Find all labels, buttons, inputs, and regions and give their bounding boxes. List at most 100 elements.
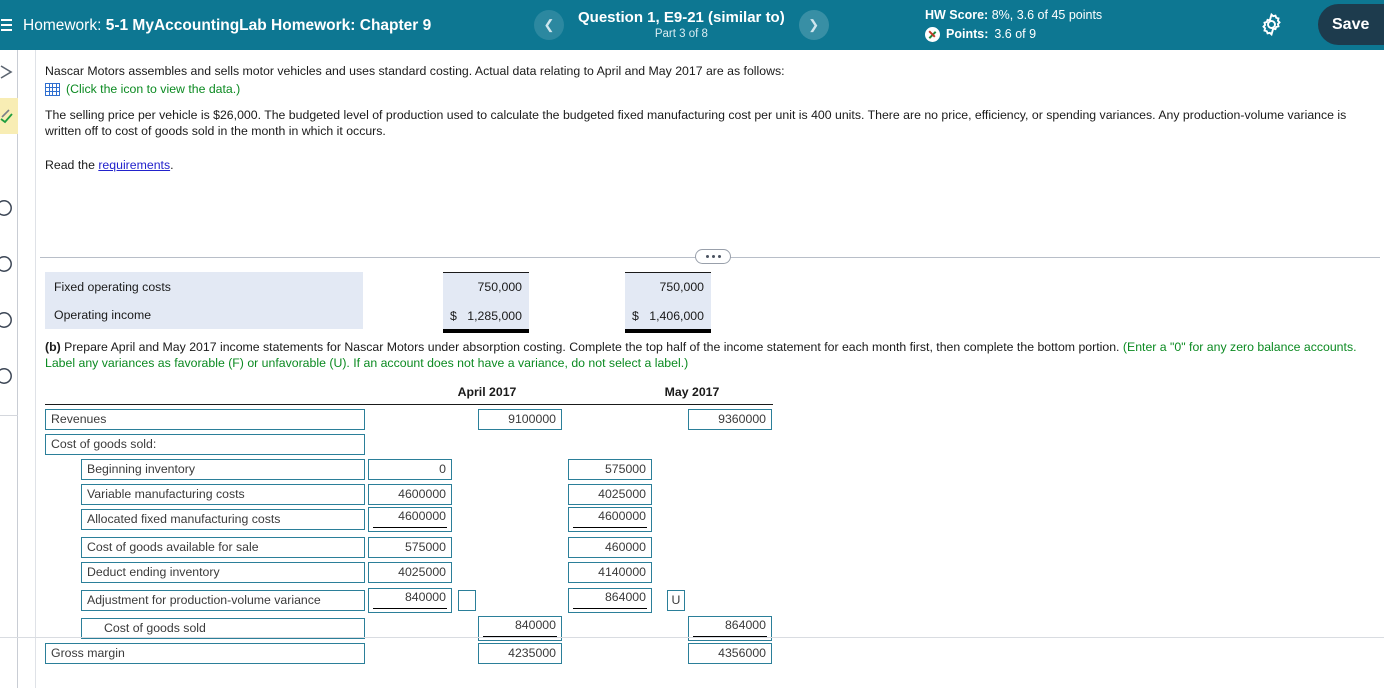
april-variance-selector[interactable]: [458, 590, 476, 611]
pencil-score-icon: [925, 26, 940, 42]
may-inner-value: 864000: [604, 590, 646, 604]
row-label-field[interactable]: Variable manufacturing costs: [81, 484, 365, 505]
april-outer-value-field[interactable]: 9100000: [478, 409, 562, 430]
view-data-link[interactable]: (Click the icon to view the data.): [66, 82, 240, 96]
row-label-field[interactable]: Cost of goods available for sale: [81, 537, 365, 558]
upper-may-total-value: 1,406,000: [649, 308, 704, 323]
question-info: Question 1, E9-21 (similar to) Part 3 of…: [578, 9, 785, 41]
points-label: Points:: [946, 26, 989, 41]
row-label-field[interactable]: Beginning inventory: [81, 459, 365, 480]
hw-score-label: HW Score:: [925, 8, 989, 22]
left-rail: [0, 50, 18, 688]
april-inner-value-field[interactable]: 4600000: [368, 484, 452, 505]
circle-icon: [0, 368, 12, 384]
may-inner-value-field[interactable]: 4600000: [568, 507, 652, 532]
hw-score-row: HW Score: 8%, 3.6 of 45 points: [925, 6, 1102, 25]
header-rule: [45, 404, 773, 405]
homework-name: 5-1 MyAccountingLab Homework: Chapter 9: [105, 16, 432, 34]
hw-score-value: 8%, 3.6 of 45 points: [991, 8, 1103, 22]
may-outer-value-field[interactable]: 4356000: [688, 643, 772, 664]
hamburger-bar: [1, 24, 12, 26]
pencil-check-icon: [0, 109, 13, 124]
save-button[interactable]: Save: [1318, 4, 1384, 45]
may-outer-value: 864000: [724, 618, 766, 632]
app-header: Homework: 5-1 MyAccountingLab Homework: …: [0, 0, 1384, 50]
rail-item-current-part[interactable]: [0, 98, 18, 134]
row-label-field[interactable]: Revenues: [45, 409, 365, 430]
upper-may-total: $ 1,406,000: [625, 301, 711, 330]
currency-symbol: $: [632, 308, 639, 323]
hamburger-bar: [1, 19, 12, 21]
question-title: Question 1, E9-21 (similar to): [578, 8, 785, 26]
row-label-field[interactable]: Cost of goods sold: [81, 618, 365, 639]
read-requirements-line: Read the requirements.: [45, 157, 174, 173]
requirements-link[interactable]: requirements: [98, 158, 170, 172]
row-label-field[interactable]: Gross margin: [45, 643, 365, 664]
problem-paragraph-1: Nascar Motors assembles and sells motor …: [45, 64, 785, 78]
may-outer-value-field[interactable]: 9360000: [688, 409, 772, 430]
circle-icon: [0, 200, 12, 216]
subtotal-rule: [573, 608, 647, 609]
score-summary: HW Score: 8%, 3.6 of 45 points Points: 3…: [925, 6, 1102, 44]
points-row: Points: 3.6 of 9: [925, 25, 1102, 44]
rail-item-part-6[interactable]: [0, 358, 18, 394]
homework-label: Homework:: [23, 16, 102, 34]
view-data-line: (Click the icon to view the data.): [45, 82, 240, 96]
problem-paragraph-2: The selling price per vehicle is $26,000…: [45, 108, 1347, 138]
rail-item-arrow[interactable]: [0, 54, 18, 90]
may-variance-selector[interactable]: U: [667, 590, 685, 611]
may-inner-value-field[interactable]: 864000: [568, 588, 652, 613]
panel-collapse-divider: [40, 247, 1380, 267]
upper-row-label: Operating income: [45, 300, 363, 329]
april-outer-value: 840000: [514, 618, 556, 632]
column-header-april: April 2017: [457, 385, 517, 399]
may-inner-value-field[interactable]: 460000: [568, 537, 652, 558]
subtotal-rule: [373, 608, 447, 609]
rail-divider: [0, 415, 18, 416]
question-part: Part 3 of 8: [654, 28, 708, 41]
subtotal-rule: [573, 527, 647, 528]
upper-april-total: $ 1,285,000: [443, 301, 529, 330]
arrow-right-icon: [0, 65, 13, 79]
may-inner-value-field[interactable]: 4025000: [568, 484, 652, 505]
circle-icon: [0, 256, 12, 272]
may-inner-value-field[interactable]: 4140000: [568, 562, 652, 583]
next-question-button[interactable]: ❯: [798, 10, 829, 40]
april-inner-value-field[interactable]: 4025000: [368, 562, 452, 583]
ellipsis-handle-icon[interactable]: [695, 249, 731, 264]
row-label-field[interactable]: Adjustment for production-volume varianc…: [81, 590, 365, 611]
rail-item-part-4[interactable]: [0, 246, 18, 282]
upper-row-label: Fixed operating costs: [45, 272, 363, 301]
question-navigator: ❮ Question 1, E9-21 (similar to) Part 3 …: [534, 0, 829, 50]
rail-secondary-panel: [18, 50, 36, 688]
may-double-rule: [625, 329, 711, 333]
bottom-edge: [0, 637, 1384, 638]
upper-may-value: 750,000: [625, 272, 711, 301]
hamburger-icon[interactable]: [1, 19, 15, 31]
hamburger-bar: [1, 29, 12, 31]
spreadsheet-icon[interactable]: [45, 82, 60, 96]
april-inner-value-field[interactable]: 0: [368, 459, 452, 480]
may-inner-value-field[interactable]: 575000: [568, 459, 652, 480]
currency-symbol: $: [450, 308, 457, 323]
column-header-may: May 2017: [664, 385, 720, 399]
gear-icon[interactable]: [1258, 11, 1285, 38]
april-inner-value-field[interactable]: 4600000: [368, 507, 452, 532]
upper-april-total-value: 1,285,000: [467, 308, 522, 323]
upper-april-value: 750,000: [443, 272, 529, 301]
instruction-b: (b) Prepare April and May 2017 income st…: [45, 339, 1377, 371]
homework-title: Homework: 5-1 MyAccountingLab Homework: …: [23, 16, 431, 35]
subtotal-rule: [373, 527, 447, 528]
row-label-field[interactable]: Cost of goods sold:: [45, 434, 365, 455]
row-label-field[interactable]: Deduct ending inventory: [81, 562, 365, 583]
instruction-b-marker: (b): [45, 340, 61, 354]
rail-item-part-5[interactable]: [0, 302, 18, 338]
row-label-field[interactable]: Allocated fixed manufacturing costs: [81, 509, 365, 530]
previous-question-button[interactable]: ❮: [534, 10, 564, 40]
read-suffix: .: [170, 158, 174, 172]
april-inner-value-field[interactable]: 575000: [368, 537, 452, 558]
april-inner-value: 840000: [404, 590, 446, 604]
rail-item-part-3[interactable]: [0, 190, 18, 226]
april-inner-value-field[interactable]: 840000: [368, 588, 452, 613]
april-outer-value-field[interactable]: 4235000: [478, 643, 562, 664]
